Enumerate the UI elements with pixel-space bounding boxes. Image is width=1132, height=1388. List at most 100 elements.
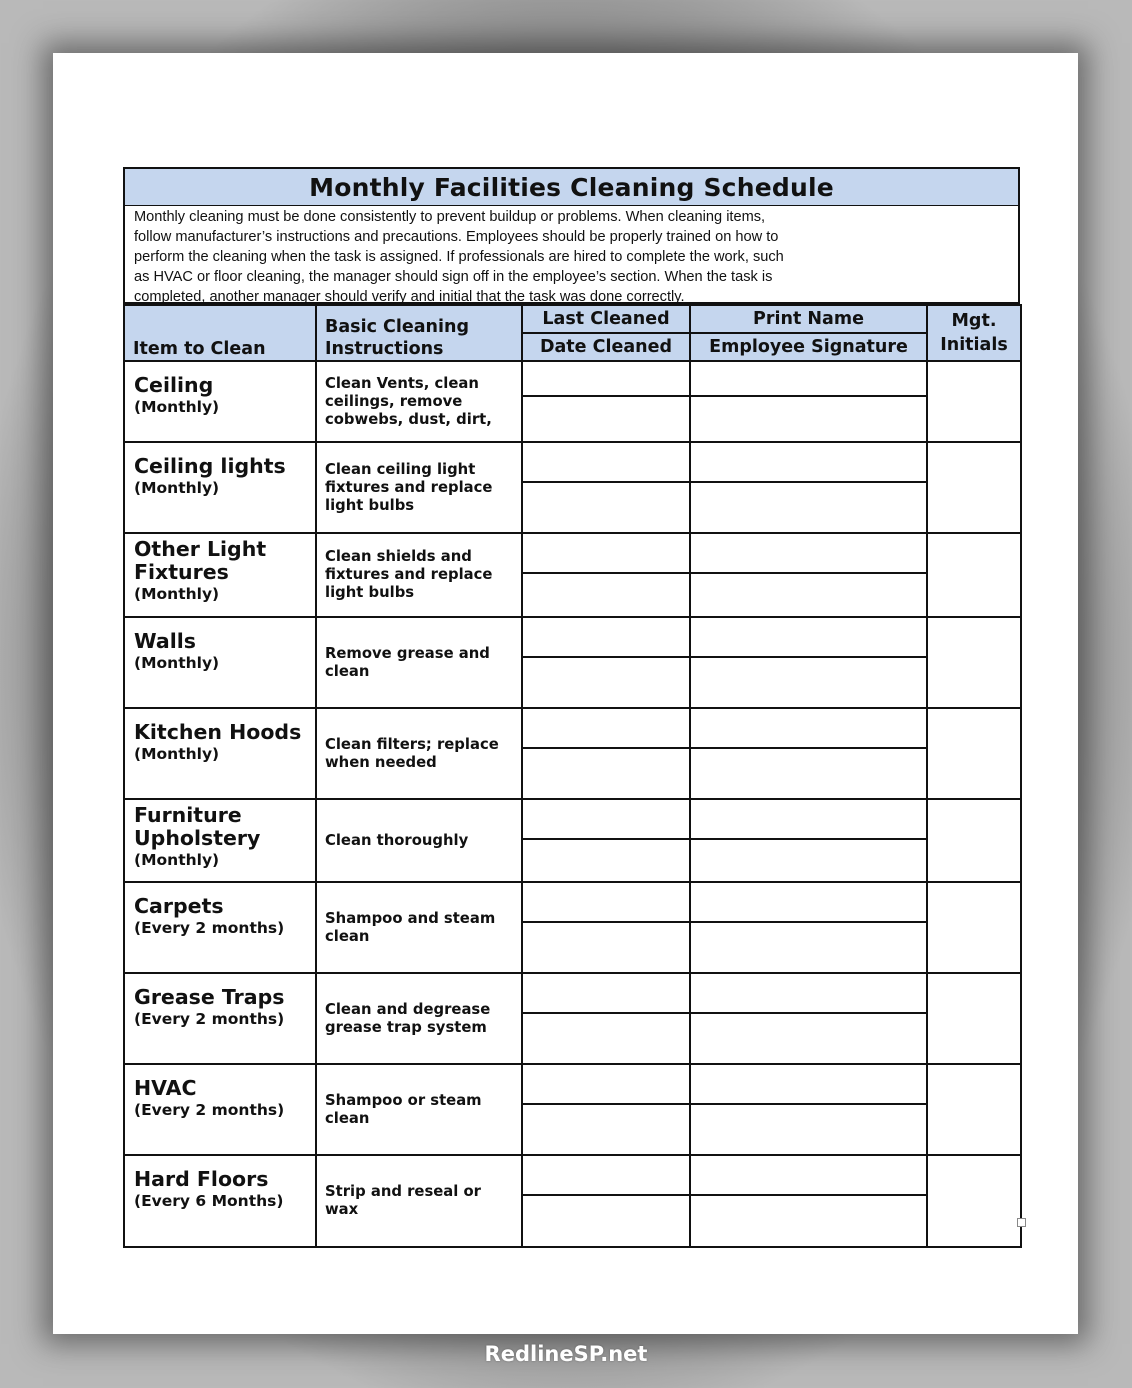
last-cleaned-field[interactable] bbox=[523, 618, 689, 658]
print-name-field[interactable] bbox=[691, 618, 926, 658]
table-row: HVAC (Every 2 months) Shampoo or steam c… bbox=[123, 1063, 1022, 1156]
name-cell bbox=[689, 1154, 928, 1248]
table-resize-handle[interactable] bbox=[1017, 1218, 1026, 1227]
name-cell bbox=[689, 707, 928, 800]
last-cleaned-field[interactable] bbox=[523, 534, 689, 574]
employee-signature-field[interactable] bbox=[691, 483, 926, 521]
item-name: Ceiling lights bbox=[134, 454, 286, 478]
date-cell bbox=[521, 1154, 691, 1248]
header-instructions-line1: Basic Cleaning bbox=[325, 317, 469, 337]
last-cleaned-field[interactable] bbox=[523, 362, 689, 397]
item-cell: HVAC (Every 2 months) bbox=[123, 1063, 317, 1156]
intro-paragraph: Monthly cleaning must be done consistent… bbox=[123, 206, 1020, 305]
header-last-cleaned: Last Cleaned bbox=[523, 306, 689, 334]
table-row: Other Light Fixtures (Monthly) Clean shie… bbox=[123, 532, 1022, 618]
header-instructions: Basic Cleaning Instructions bbox=[315, 304, 523, 362]
mgt-initials-field[interactable] bbox=[926, 360, 1022, 443]
name-cell bbox=[689, 616, 928, 709]
print-name-field[interactable] bbox=[691, 534, 926, 574]
instructions-cell: Strip and reseal or wax bbox=[315, 1154, 523, 1248]
print-name-field[interactable] bbox=[691, 974, 926, 1014]
mgt-initials-field[interactable] bbox=[926, 441, 1022, 534]
item-name: Ceiling bbox=[134, 373, 214, 397]
table-header-row: Item to Clean Basic Cleaning Instruction… bbox=[123, 304, 1022, 362]
last-cleaned-field[interactable] bbox=[523, 800, 689, 840]
date-cleaned-field[interactable] bbox=[523, 749, 689, 787]
last-cleaned-field[interactable] bbox=[523, 1065, 689, 1105]
header-names: Print Name Employee Signature bbox=[689, 304, 928, 362]
last-cleaned-field[interactable] bbox=[523, 883, 689, 923]
item-name: HVAC bbox=[134, 1076, 197, 1100]
date-cleaned-field[interactable] bbox=[523, 1105, 689, 1143]
print-name-field[interactable] bbox=[691, 800, 926, 840]
mgt-initials-field[interactable] bbox=[926, 881, 1022, 974]
employee-signature-field[interactable] bbox=[691, 1196, 926, 1234]
name-cell bbox=[689, 972, 928, 1065]
item-name: Fixtures bbox=[134, 560, 229, 584]
name-cell bbox=[689, 798, 928, 883]
date-cell bbox=[521, 360, 691, 443]
table-row: Furniture Upholstery (Monthly) Clean thor… bbox=[123, 798, 1022, 883]
print-name-field[interactable] bbox=[691, 1065, 926, 1105]
document-title: Monthly Facilities Cleaning Schedule bbox=[123, 167, 1020, 206]
print-name-field[interactable] bbox=[691, 883, 926, 923]
intro-line: perform the cleaning when the task is as… bbox=[134, 249, 784, 265]
employee-signature-field[interactable] bbox=[691, 923, 926, 961]
header-mgt-line2: Initials bbox=[940, 335, 1008, 355]
item-frequency: (Every 2 months) bbox=[134, 1010, 285, 1028]
mgt-initials-field[interactable] bbox=[926, 1063, 1022, 1156]
item-name: Hard Floors bbox=[134, 1167, 269, 1191]
employee-signature-field[interactable] bbox=[691, 574, 926, 612]
mgt-initials-field[interactable] bbox=[926, 1154, 1022, 1248]
name-cell bbox=[689, 1063, 928, 1156]
item-name: Upholstery bbox=[134, 826, 261, 850]
item-cell: Carpets (Every 2 months) bbox=[123, 881, 317, 974]
date-cleaned-field[interactable] bbox=[523, 574, 689, 612]
employee-signature-field[interactable] bbox=[691, 397, 926, 430]
print-name-field[interactable] bbox=[691, 362, 926, 397]
schedule-table: Item to Clean Basic Cleaning Instruction… bbox=[123, 304, 1022, 1248]
document-page: Monthly Facilities Cleaning Schedule Mon… bbox=[53, 53, 1078, 1334]
instructions-cell: Shampoo or steam clean bbox=[315, 1063, 523, 1156]
mgt-initials-field[interactable] bbox=[926, 798, 1022, 883]
employee-signature-field[interactable] bbox=[691, 658, 926, 696]
print-name-field[interactable] bbox=[691, 1156, 926, 1196]
date-cell bbox=[521, 798, 691, 883]
date-cleaned-field[interactable] bbox=[523, 483, 689, 521]
employee-signature-field[interactable] bbox=[691, 749, 926, 787]
employee-signature-field[interactable] bbox=[691, 840, 926, 878]
table-row: Ceiling (Monthly) Clean Vents, clean cei… bbox=[123, 360, 1022, 443]
item-frequency: (Every 6 Months) bbox=[134, 1192, 284, 1210]
last-cleaned-field[interactable] bbox=[523, 443, 689, 483]
date-cleaned-field[interactable] bbox=[523, 1014, 689, 1052]
date-cleaned-field[interactable] bbox=[523, 840, 689, 878]
date-cleaned-field[interactable] bbox=[523, 397, 689, 430]
mgt-initials-field[interactable] bbox=[926, 616, 1022, 709]
cleaning-schedule-sheet: Monthly Facilities Cleaning Schedule Mon… bbox=[123, 167, 1022, 1248]
date-cell bbox=[521, 532, 691, 618]
last-cleaned-field[interactable] bbox=[523, 974, 689, 1014]
mgt-initials-field[interactable] bbox=[926, 972, 1022, 1065]
date-cleaned-field[interactable] bbox=[523, 923, 689, 961]
instructions-cell: Clean thoroughly bbox=[315, 798, 523, 883]
date-cleaned-field[interactable] bbox=[523, 1196, 689, 1234]
employee-signature-field[interactable] bbox=[691, 1105, 926, 1143]
date-cell bbox=[521, 881, 691, 974]
header-mgt-line1: Mgt. bbox=[951, 311, 997, 331]
item-frequency: (Monthly) bbox=[134, 479, 220, 497]
mgt-initials-field[interactable] bbox=[926, 707, 1022, 800]
date-cleaned-field[interactable] bbox=[523, 658, 689, 696]
table-row: Grease Traps (Every 2 months) Clean and … bbox=[123, 972, 1022, 1065]
header-item-to-clean: Item to Clean bbox=[123, 304, 317, 362]
mgt-initials-field[interactable] bbox=[926, 532, 1022, 618]
print-name-field[interactable] bbox=[691, 709, 926, 749]
item-name: Walls bbox=[134, 629, 196, 653]
employee-signature-field[interactable] bbox=[691, 1014, 926, 1052]
date-cell bbox=[521, 1063, 691, 1156]
intro-line: as HVAC or floor cleaning, the manager s… bbox=[134, 269, 773, 285]
intro-line: Monthly cleaning must be done consistent… bbox=[134, 209, 766, 225]
print-name-field[interactable] bbox=[691, 443, 926, 483]
last-cleaned-field[interactable] bbox=[523, 709, 689, 749]
last-cleaned-field[interactable] bbox=[523, 1156, 689, 1196]
table-row: Ceiling lights (Monthly) Clean ceiling l… bbox=[123, 441, 1022, 534]
